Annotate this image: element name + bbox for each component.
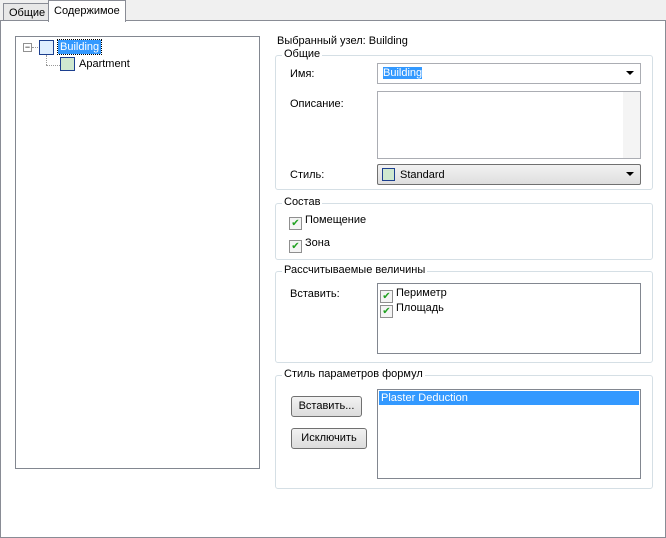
general-group: Общие Имя: Building Описание: Стиль: Sta…	[275, 48, 653, 190]
checkbox-area[interactable]: ✔ Площадь	[380, 302, 444, 318]
tree-node-apartment[interactable]: Apartment	[79, 58, 130, 70]
tree-line	[32, 47, 38, 48]
tree-node-building[interactable]: Building	[56, 39, 103, 55]
formula-group: Стиль параметров формул Вставить... Искл…	[275, 368, 653, 489]
style-icon	[382, 168, 395, 181]
checkbox-perimeter[interactable]: ✔ Периметр	[380, 287, 447, 303]
dropdown-arrow-icon	[626, 71, 634, 75]
dropdown-arrow-icon	[626, 172, 634, 176]
scrollbar[interactable]	[623, 92, 640, 158]
style-value: Standard	[400, 169, 445, 181]
tree-line	[46, 65, 60, 66]
style-label: Стиль:	[290, 169, 325, 181]
tab-content[interactable]: Содержимое	[48, 0, 126, 22]
group-title: Рассчитываемые величины	[282, 264, 428, 276]
group-title: Общие	[282, 48, 323, 60]
description-textarea[interactable]	[377, 91, 641, 159]
check-icon: ✔	[289, 240, 302, 253]
group-title: Стиль параметров формул	[282, 368, 425, 380]
group-title: Состав	[282, 196, 323, 208]
selected-node-label: Выбранный узел: Building	[277, 35, 408, 47]
calculated-group: Рассчитываемые величины Вставить: ✔ Перим…	[275, 264, 653, 363]
composition-group: Состав ✔ Помещение ✔ Зона	[275, 196, 653, 260]
checkbox-room[interactable]: ✔ Помещение	[289, 214, 366, 230]
check-icon: ✔	[289, 217, 302, 230]
style-combobox[interactable]: Standard	[377, 164, 641, 185]
formula-list[interactable]: Plaster Deduction	[377, 389, 641, 479]
node-tree[interactable]: − Building Apartment	[15, 36, 260, 469]
calculated-list[interactable]: ✔ Периметр ✔ Площадь	[377, 283, 641, 354]
insert-label: Вставить:	[290, 288, 340, 300]
tab-general[interactable]: Общие	[3, 3, 52, 21]
exclude-button[interactable]: Исключить	[291, 428, 367, 449]
tree-line	[46, 55, 47, 65]
formula-list-item[interactable]: Plaster Deduction	[379, 391, 639, 405]
description-label: Описание:	[290, 98, 344, 110]
name-label: Имя:	[290, 68, 315, 80]
name-combobox[interactable]: Building	[377, 63, 641, 84]
building-icon	[39, 40, 54, 55]
insert-button[interactable]: Вставить...	[291, 396, 362, 417]
checkbox-zone[interactable]: ✔ Зона	[289, 237, 330, 253]
check-icon: ✔	[380, 305, 393, 318]
collapse-icon[interactable]: −	[23, 43, 32, 52]
name-value: Building	[383, 67, 423, 79]
apartment-icon	[60, 57, 75, 71]
